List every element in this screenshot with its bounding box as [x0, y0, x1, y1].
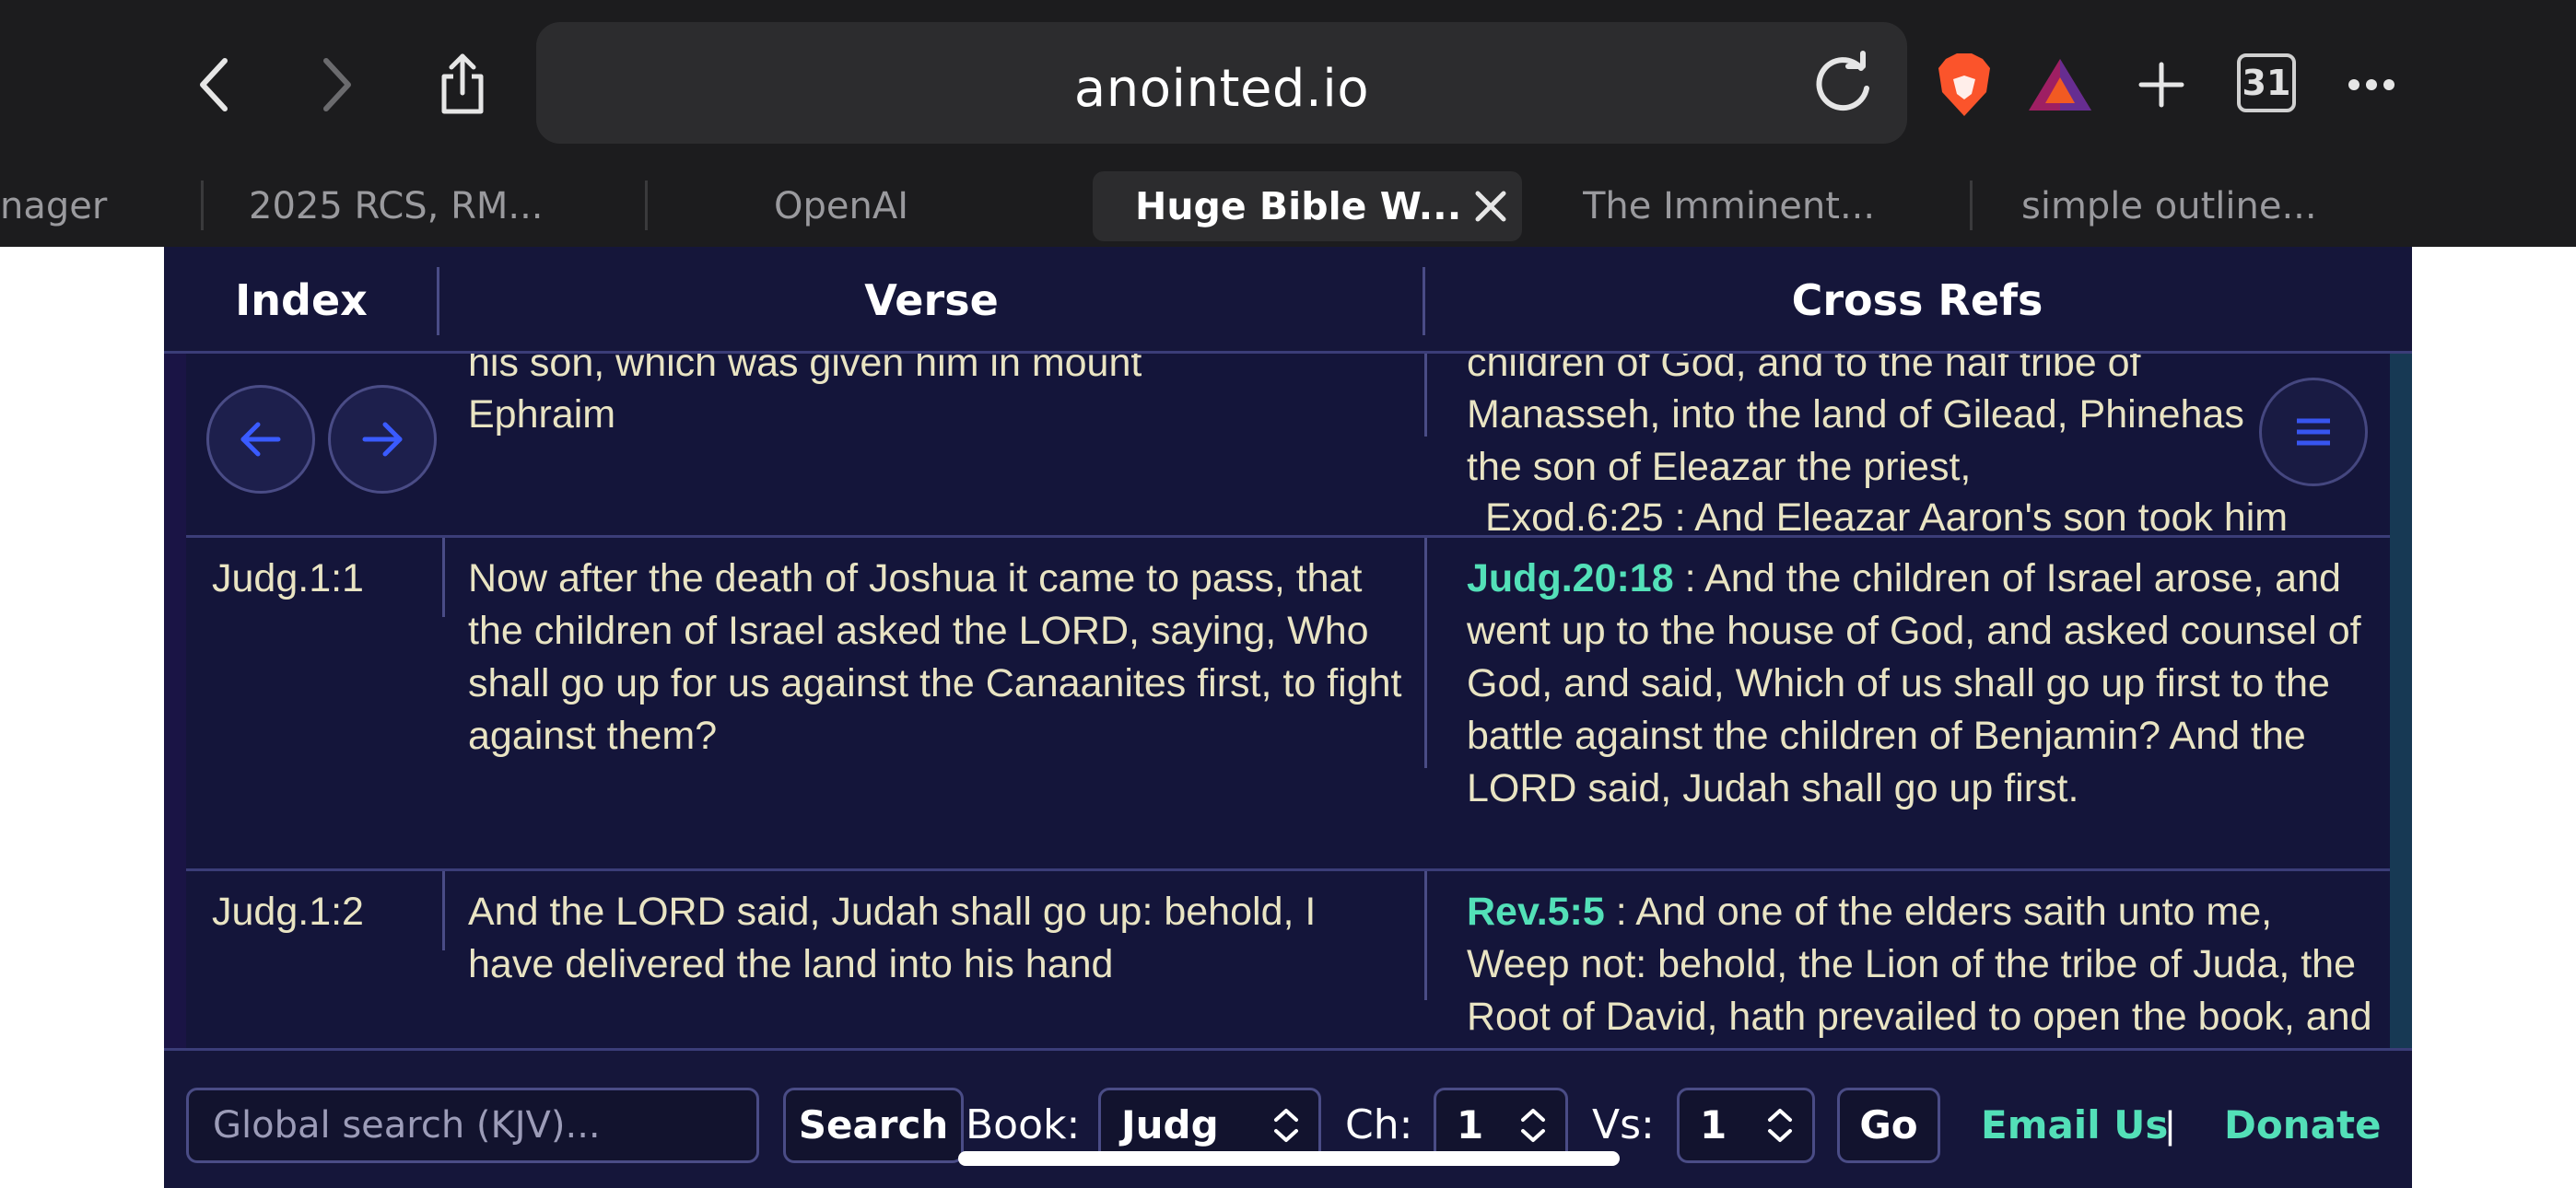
cross-ref-text-partial: children of God, and to the half tribe o…	[1467, 354, 2141, 385]
select-chevron-icon	[1768, 1109, 1792, 1142]
brave-rewards-button[interactable]	[2023, 48, 2097, 122]
menu-button[interactable]	[2259, 378, 2368, 486]
header-cross-refs[interactable]: Cross Refs	[1424, 247, 2410, 354]
verse-text: Now after the death of Joshua it came to…	[468, 556, 1402, 758]
forward-button[interactable]	[300, 48, 374, 122]
home-indicator[interactable]	[958, 1151, 1620, 1166]
address-bar[interactable]: anointed.io	[536, 22, 1907, 144]
back-button[interactable]	[177, 48, 251, 122]
plus-icon	[2138, 62, 2184, 108]
close-icon[interactable]	[1470, 186, 1511, 227]
hamburger-menu-icon	[2297, 418, 2330, 446]
header-verse[interactable]: Verse	[439, 247, 1424, 354]
brave-rewards-triangle-icon	[2029, 59, 2091, 111]
tab-3[interactable]: OpenAI	[774, 171, 1050, 241]
table-row: Judg.1:1 Now after the death of Joshua i…	[186, 538, 2390, 871]
tab-2[interactable]: 2025 RCS, RM...	[249, 171, 617, 241]
new-tab-button[interactable]	[2125, 48, 2198, 122]
arrow-right-icon	[362, 422, 403, 457]
index-cell[interactable]: Judg.1:1	[212, 553, 433, 605]
chevron-right-icon	[323, 58, 351, 111]
tab-count-button[interactable]: 31	[2237, 53, 2296, 112]
column-separator	[442, 871, 445, 950]
cross-ref-text-partial: Exod.6:25 : And Eleazar Aaron's son took…	[1485, 495, 2289, 538]
column-separator	[442, 538, 445, 617]
cross-ref-link[interactable]: Judg.20:18	[1467, 556, 1674, 600]
table-header: Index Verse Cross Refs	[164, 247, 2412, 354]
verse-text: And the LORD said, Judah shall go up: be…	[468, 890, 1317, 986]
header-index[interactable]: Index	[164, 247, 439, 354]
reload-icon	[1816, 51, 1869, 111]
search-footer: Global search (KJV)... Search Book: Judg…	[164, 1048, 2412, 1188]
right-edge-strip	[2388, 348, 2412, 1085]
verse-select-value: 1	[1700, 1102, 1727, 1147]
cross-ref-cell: Judg.20:18 : And the children of Israel …	[1467, 553, 2379, 815]
search-button[interactable]: Search	[783, 1088, 964, 1163]
go-button[interactable]: Go	[1837, 1088, 1940, 1163]
verse-text-partial: his son, which was given him in mount	[468, 354, 1142, 385]
select-chevron-icon	[1521, 1109, 1545, 1142]
cross-ref-cell: Rev.5:5 : And one of the elders saith un…	[1467, 886, 2379, 1055]
tab-active[interactable]: Huge Bible W...	[1093, 171, 1522, 241]
column-separator	[1424, 354, 1427, 437]
global-search-input[interactable]: Global search (KJV)...	[186, 1088, 759, 1163]
index-cell[interactable]: Judg.1:2	[212, 886, 433, 938]
arrow-left-icon	[240, 422, 281, 457]
select-chevron-icon	[1274, 1109, 1298, 1142]
reload-button[interactable]	[1808, 48, 1878, 118]
tab-1[interactable]: nager	[0, 171, 166, 241]
book-select-value: Judg	[1121, 1102, 1219, 1147]
more-icon	[2348, 79, 2395, 90]
tab-separator	[645, 181, 648, 230]
prev-verse-button[interactable]	[206, 385, 315, 494]
chapter-select-value: 1	[1457, 1102, 1484, 1147]
footer-separator: |	[2165, 1103, 2175, 1147]
next-verse-button[interactable]	[328, 385, 437, 494]
left-edge-strip	[164, 348, 188, 1085]
brave-shields-button[interactable]	[1927, 48, 2001, 122]
column-separator	[1424, 871, 1427, 1000]
tab-5[interactable]: The Imminent...	[1583, 171, 1933, 241]
tab-separator	[1970, 181, 1973, 230]
brave-lion-icon	[1938, 53, 1990, 116]
cross-ref-link[interactable]: Rev.5:5	[1467, 890, 1605, 934]
share-button[interactable]	[426, 48, 499, 122]
verse-text: Ephraim	[468, 392, 616, 437]
chevron-left-icon	[200, 58, 228, 111]
more-menu-button[interactable]	[2335, 48, 2408, 122]
tab-separator	[201, 181, 204, 230]
cross-ref-text: the son of Eleazar the priest,	[1467, 445, 1972, 489]
bible-table-page: Index Verse Cross Refs his son, which wa…	[164, 247, 2412, 1188]
tab-active-label: Huge Bible W...	[1135, 184, 1462, 228]
table-row: his son, which was given him in mount Ep…	[186, 354, 2390, 538]
cross-ref-text: Manasseh, into the land of Gilead, Phine…	[1467, 392, 2244, 437]
tab-6[interactable]: simple outline...	[2021, 171, 2390, 241]
share-icon	[441, 53, 484, 114]
verse-select[interactable]: 1	[1677, 1088, 1815, 1163]
table-row: Judg.1:2 And the LORD said, Judah shall …	[186, 871, 2390, 1055]
column-separator	[1424, 538, 1427, 768]
browser-toolbar: anointed.io 31 nager 2025 RCS, RM... Ope…	[0, 0, 2576, 247]
email-us-link[interactable]: Email Us	[1981, 1088, 2168, 1163]
donate-link[interactable]: Donate	[2224, 1088, 2382, 1163]
url-text: anointed.io	[1073, 59, 1370, 119]
